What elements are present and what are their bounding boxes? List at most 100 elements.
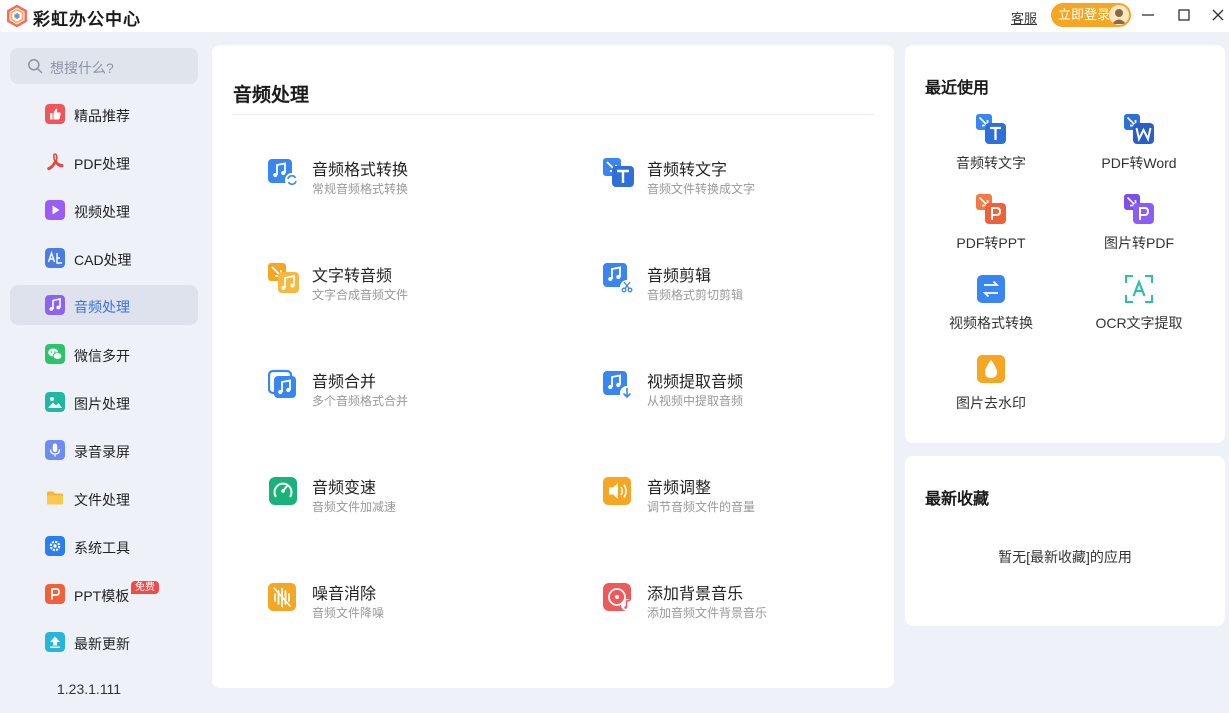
sidebar-item-label: 图片处理 (74, 396, 130, 412)
folder-icon (47, 491, 63, 505)
page-title: 音频处理 (233, 85, 310, 106)
recent-item-label: PDF转PPT (956, 235, 1026, 251)
sidebar-item-system-tools[interactable]: 系统工具 (10, 526, 198, 566)
recent-item-label: PDF转Word (1101, 155, 1177, 171)
background-music-icon (603, 583, 633, 611)
audio-cut-icon (603, 263, 634, 294)
audio-to-text-icon (976, 114, 1006, 144)
sidebar-item-label: 文件处理 (74, 492, 130, 508)
sidebar-item-label: PPT模板 (74, 588, 130, 604)
tool-name: 音频格式转换 (312, 162, 409, 179)
recent-item-video-format-convert[interactable]: 视频格式转换 (916, 274, 1066, 344)
recent-item-audio-to-text[interactable]: 音频转文字 (916, 114, 1066, 184)
sidebar-item-label: 录音录屏 (74, 444, 130, 460)
sidebar-item-cad[interactable]: CAD处理 (10, 238, 198, 278)
sidebar-item-label: 音频处理 (74, 299, 130, 315)
tool-audio-to-text[interactable]: 音频转文字 音频文件转换成文字 (603, 156, 903, 212)
tool-name: 添加背景音乐 (647, 586, 744, 603)
tool-desc: 音频文件加减速 (312, 500, 397, 514)
gear-icon (45, 536, 65, 556)
text-to-audio-icon (268, 263, 299, 293)
favorites-title: 最新收藏 (925, 491, 990, 508)
image-to-pdf-icon (1124, 194, 1154, 224)
search-input[interactable]: 想搜什么? (10, 48, 198, 84)
recent-item-label: 视频格式转换 (949, 315, 1033, 331)
audio-to-text-icon (603, 158, 634, 187)
minimize-icon[interactable] (1138, 5, 1158, 25)
pdf-icon (47, 153, 64, 171)
recent-item-image-to-pdf[interactable]: 图片转PDF (1064, 194, 1214, 264)
tool-name: 音频变速 (312, 480, 377, 497)
tool-text-to-audio[interactable]: 文字转音频 文字合成音频文件 (268, 262, 568, 318)
title-bar: 彩虹办公中心 客服 立即登录 (0, 0, 1229, 32)
sidebar-item-image[interactable]: 图片处理 (10, 382, 198, 422)
upload-icon (45, 632, 65, 652)
recent-item-label: 图片转PDF (1104, 235, 1174, 251)
sidebar-item-recording[interactable]: 录音录屏 (10, 430, 198, 470)
sidebar-item-files[interactable]: 文件处理 (10, 478, 198, 518)
thumbs-up-icon (45, 104, 65, 124)
image-icon (45, 392, 65, 412)
close-icon[interactable] (1208, 5, 1228, 25)
tool-desc: 音频文件降噪 (312, 606, 385, 620)
tool-audio-merge[interactable]: 音频合并 多个音频格式合并 (268, 368, 568, 424)
sidebar-item-audio[interactable]: 音频处理 (10, 285, 198, 325)
login-button[interactable]: 立即登录 (1051, 3, 1131, 27)
sidebar-item-updates[interactable]: 最新更新 (10, 622, 198, 662)
tool-desc: 音频格式剪切剪辑 (647, 288, 744, 302)
water-drop-icon (977, 355, 1005, 383)
tool-extract-audio-from-video[interactable]: 视频提取音频 从视频中提取音频 (603, 368, 903, 424)
pdf-to-word-icon (1124, 114, 1154, 144)
tool-audio-volume[interactable]: 音频调整 调节音频文件的音量 (603, 474, 903, 530)
recent-item-label: 图片去水印 (956, 395, 1026, 411)
tool-noise-removal[interactable]: 噪音消除 音频文件降噪 (268, 580, 568, 636)
audio-convert-icon (268, 159, 299, 187)
tool-name: 视频提取音频 (647, 374, 744, 391)
recent-item-remove-watermark[interactable]: 图片去水印 (916, 354, 1066, 424)
search-icon (28, 59, 43, 74)
music-icon (45, 295, 65, 315)
favorites-empty-text: 暂无[最新收藏]的应用 (998, 549, 1132, 565)
noise-reduction-icon (268, 583, 296, 611)
version-label: 1.23.1.111 (57, 681, 122, 697)
tool-desc: 调节音频文件的音量 (647, 500, 756, 514)
recent-item-ocr[interactable]: OCR文字提取 (1064, 274, 1214, 344)
tool-audio-editing[interactable]: 音频剪辑 音频格式剪切剪辑 (603, 262, 903, 318)
sidebar-item-label: PDF处理 (74, 156, 130, 172)
tool-desc: 添加音频文件背景音乐 (647, 606, 768, 620)
sidebar-item-pdf[interactable]: PDF处理 (10, 142, 198, 182)
tool-audio-format-convert[interactable]: 音频格式转换 常规音频格式转换 (268, 156, 568, 212)
wechat-icon (45, 344, 65, 364)
tool-audio-speed[interactable]: 音频变速 音频文件加减速 (268, 474, 568, 530)
sidebar-item-label: 系统工具 (74, 540, 130, 556)
title-divider (233, 114, 874, 115)
tool-add-background-music[interactable]: 添加背景音乐 添加音频文件背景音乐 (603, 580, 903, 636)
login-button-label: 立即登录 (1058, 7, 1111, 22)
tool-name: 音频合并 (312, 374, 377, 391)
sidebar-item-video[interactable]: 视频处理 (10, 190, 198, 230)
sidebar-item-label: 视频处理 (74, 204, 130, 220)
favorites-panel: 最新收藏 暂无[最新收藏]的应用 (905, 456, 1225, 626)
tool-name: 文字转音频 (312, 268, 393, 285)
sidebar-item-ppt-templates[interactable]: PPT模板 免费 (10, 574, 198, 614)
rainbow-logo-icon (7, 5, 27, 27)
tool-desc: 文字合成音频文件 (312, 288, 409, 302)
tool-name: 音频转文字 (647, 162, 728, 179)
maximize-icon[interactable] (1174, 5, 1194, 25)
recent-item-pdf-to-ppt[interactable]: PDF转PPT (916, 194, 1066, 264)
sidebar-item-label: CAD处理 (74, 252, 132, 268)
tool-name: 音频剪辑 (647, 268, 712, 285)
sidebar-item-wechat[interactable]: 微信多开 (10, 334, 198, 374)
sidebar-item-label: 精品推荐 (74, 108, 130, 124)
pdf-to-ppt-icon (976, 194, 1006, 224)
recent-item-label: 音频转文字 (956, 155, 1026, 171)
recent-title: 最近使用 (925, 80, 990, 97)
speedometer-icon (269, 477, 297, 505)
swap-icon (977, 275, 1005, 303)
audio-merge-icon (268, 369, 296, 398)
sidebar-item-label: 最新更新 (74, 636, 130, 652)
customer-service-link[interactable]: 客服 (1011, 8, 1037, 27)
recent-item-pdf-to-word[interactable]: PDF转Word (1064, 114, 1214, 184)
audio-extract-icon (603, 371, 634, 400)
sidebar-item-recommended[interactable]: 精品推荐 (10, 94, 198, 134)
